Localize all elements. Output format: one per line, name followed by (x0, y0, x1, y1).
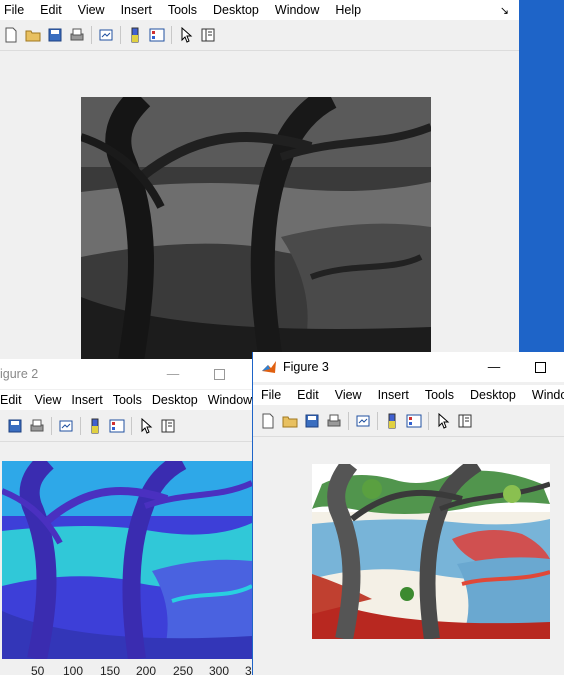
menu-edit[interactable]: Edit (32, 3, 70, 17)
menu-tools[interactable]: Tools (417, 388, 462, 402)
toolbar-separator (131, 417, 132, 435)
x-tick-label: 150 (100, 664, 121, 675)
window-title: igure 2 (0, 367, 39, 381)
legend-icon[interactable] (106, 415, 128, 437)
toolbar-separator (80, 417, 81, 435)
minimize-icon[interactable]: — (471, 352, 517, 382)
x-tick-label: 200 (136, 664, 157, 675)
toolbar-separator (428, 412, 429, 430)
maximize-icon[interactable] (517, 352, 563, 382)
x-tick-label: 50 (31, 664, 45, 675)
x-axis-tick-labels: 50 100 150 200 250 300 3 (0, 664, 252, 675)
pointer-icon[interactable] (135, 415, 157, 437)
figure-1-window: File Edit View Insert Tools Desktop Wind… (0, 0, 519, 360)
colorbar-icon[interactable] (381, 410, 403, 432)
figure-1-toolbar (0, 20, 519, 51)
menu-insert[interactable]: Insert (370, 388, 417, 402)
print-icon[interactable] (26, 415, 48, 437)
minimize-icon[interactable]: — (150, 359, 196, 389)
toolbar-separator (91, 26, 92, 44)
link-plot-icon[interactable] (95, 24, 117, 46)
save-icon[interactable] (44, 24, 66, 46)
menu-view[interactable]: View (30, 393, 67, 407)
figure-2-titlebar: igure 2 — (0, 359, 252, 389)
toolbar-separator (377, 412, 378, 430)
figure-1-menubar: File Edit View Insert Tools Desktop Wind… (0, 0, 519, 20)
window-title: Figure 3 (283, 360, 329, 374)
menu-file[interactable]: File (253, 388, 289, 402)
toolbar-separator (171, 26, 172, 44)
menu-file[interactable]: File (0, 3, 32, 17)
maximize-icon[interactable] (196, 359, 242, 389)
figure-3-toolbar (253, 406, 564, 437)
menu-window[interactable]: Window (267, 3, 327, 17)
matlab-logo-icon (261, 359, 277, 375)
x-tick-label: 250 (173, 664, 194, 675)
menu-edit[interactable]: Edit (289, 388, 327, 402)
menu-help[interactable]: Help (327, 3, 369, 17)
menu-edit[interactable]: Edit (0, 393, 30, 407)
menu-desktop[interactable]: Desktop (205, 3, 267, 17)
property-inspector-icon[interactable] (157, 415, 179, 437)
print-icon[interactable] (66, 24, 88, 46)
save-icon[interactable] (4, 415, 26, 437)
x-tick-label: 100 (63, 664, 84, 675)
toolbar-separator (348, 412, 349, 430)
pointer-icon[interactable] (432, 410, 454, 432)
menu-desktop[interactable]: Desktop (462, 388, 524, 402)
menu-insert[interactable]: Insert (66, 393, 107, 407)
figure-2-toolbar (0, 411, 252, 442)
new-file-icon[interactable] (257, 410, 279, 432)
figure-3-image-axes[interactable] (312, 464, 550, 639)
colorbar-icon[interactable] (84, 415, 106, 437)
legend-icon[interactable] (146, 24, 168, 46)
print-icon[interactable] (323, 410, 345, 432)
new-file-icon[interactable] (0, 24, 22, 46)
figure-1-image-axes[interactable] (81, 97, 431, 360)
save-icon[interactable] (301, 410, 323, 432)
menu-view[interactable]: View (327, 388, 370, 402)
property-inspector-icon[interactable] (197, 24, 219, 46)
x-tick-label: 3 (245, 664, 252, 675)
menu-view[interactable]: View (70, 3, 113, 17)
legend-icon[interactable] (403, 410, 425, 432)
figure-3-window: Figure 3 — File Edit View Insert Tools D… (252, 352, 564, 675)
pointer-icon[interactable] (175, 24, 197, 46)
colorbar-icon[interactable] (124, 24, 146, 46)
menu-desktop[interactable]: Desktop (147, 393, 203, 407)
x-tick-label: 300 (209, 664, 230, 675)
toolbar-separator (120, 26, 121, 44)
menu-insert[interactable]: Insert (113, 3, 160, 17)
menu-tools[interactable]: Tools (108, 393, 147, 407)
figure-2-image-axes[interactable] (2, 461, 252, 659)
figure-3-menubar: File Edit View Insert Tools Desktop Wind… (253, 385, 564, 405)
toolbar-separator (51, 417, 52, 435)
figure-3-titlebar: Figure 3 — (253, 352, 564, 382)
property-inspector-icon[interactable] (454, 410, 476, 432)
figure-2-menubar: Edit View Insert Tools Desktop Window H (0, 390, 252, 410)
dock-arrow-icon[interactable]: ↘ (492, 4, 517, 17)
open-folder-icon[interactable] (22, 24, 44, 46)
open-folder-icon[interactable] (279, 410, 301, 432)
menu-window[interactable]: Window (524, 388, 564, 402)
figure-2-window: igure 2 — Edit View Insert Tools Desktop… (0, 359, 252, 675)
link-plot-icon[interactable] (55, 415, 77, 437)
menu-window[interactable]: Window (203, 393, 252, 407)
menu-tools[interactable]: Tools (160, 3, 205, 17)
link-plot-icon[interactable] (352, 410, 374, 432)
